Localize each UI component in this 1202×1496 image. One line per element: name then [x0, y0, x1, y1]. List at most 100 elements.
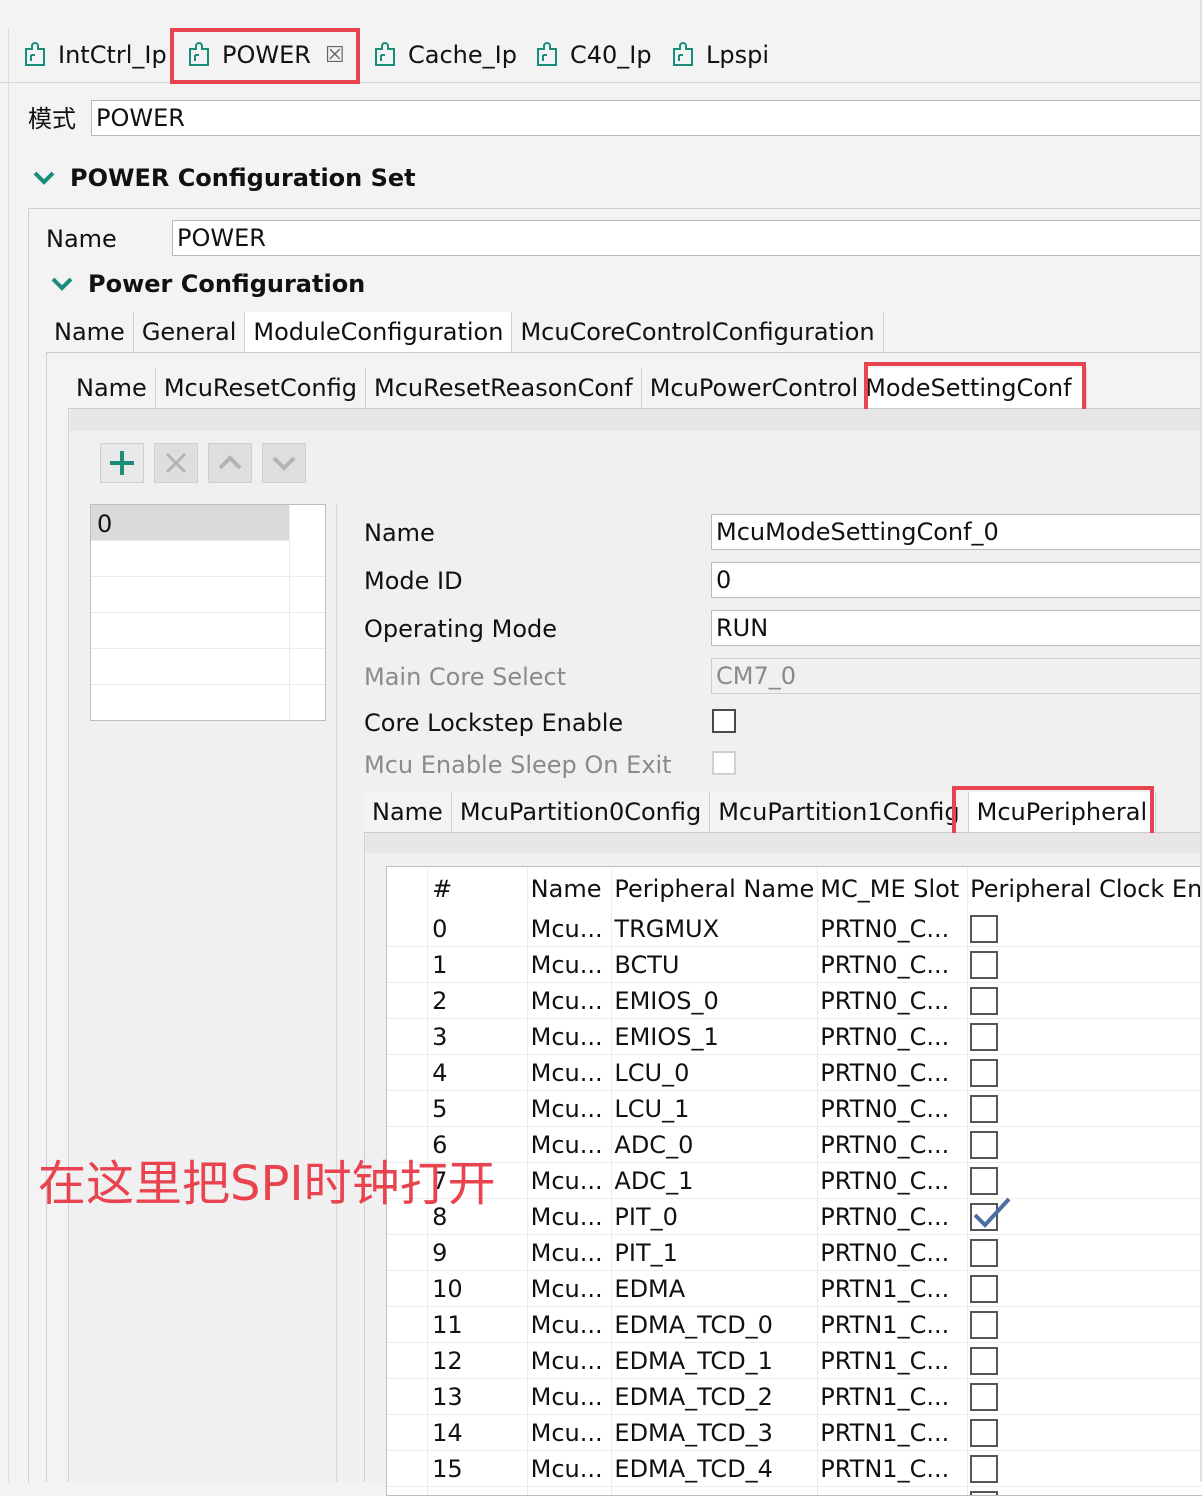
cell-mc-me-slot: PRTN0_C... — [820, 983, 970, 1019]
table-row[interactable]: 10Mcu...EDMAPRTN1_C... — [387, 1271, 1202, 1307]
checkbox[interactable] — [970, 1275, 998, 1303]
table-row[interactable]: 2Mcu...EMIOS_0PRTN0_C... — [387, 983, 1202, 1019]
row-header-cell — [387, 1415, 432, 1451]
table-row[interactable]: 1Mcu...BCTUPRTN0_C... — [387, 947, 1202, 983]
table-row[interactable]: 3Mcu...EMIOS_1PRTN0_C... — [387, 1019, 1202, 1055]
tab-mcu-partition0-config[interactable]: McuPartition0Config — [452, 792, 710, 832]
cell-mc-me-slot: PRTN0_C... — [820, 1127, 970, 1163]
checkbox[interactable] — [970, 951, 998, 979]
move-down-button[interactable] — [262, 443, 306, 483]
tab-general[interactable]: General — [134, 312, 246, 352]
cell-name: Mcu... — [531, 1451, 615, 1487]
checkbox[interactable] — [970, 1023, 998, 1051]
splitter[interactable] — [336, 504, 337, 1482]
row-header-cell — [387, 1019, 432, 1055]
tab-mcu-power-control[interactable]: McuPowerControl — [642, 368, 867, 408]
table-row[interactable]: 13Mcu...EDMA_TCD_2PRTN1_C... — [387, 1379, 1202, 1415]
table-row[interactable]: 6Mcu...ADC_0PRTN0_C... — [387, 1127, 1202, 1163]
cell-peripheral-name: EDMA_TCD_4 — [614, 1451, 820, 1487]
editor-tab-lpspi[interactable]: Lpspi — [670, 28, 769, 82]
cell-name: Mcu... — [531, 1343, 615, 1379]
checkbox[interactable] — [970, 1455, 998, 1483]
cell-mc-me-slot: PRTN0_C... — [820, 1199, 970, 1235]
move-up-button[interactable] — [208, 443, 252, 483]
tab-name[interactable]: Name — [68, 368, 156, 408]
tab-label: McuResetConfig — [164, 376, 357, 400]
sleep-on-exit-label: Mcu Enable Sleep On Exit — [364, 753, 672, 777]
table-row[interactable]: 16Mcu...EDMA_TCD_5PRTN1_C... — [387, 1487, 1202, 1496]
operating-mode-select[interactable]: RUN — [711, 610, 1202, 646]
cell-peripheral-name: EDMA_TCD_1 — [614, 1343, 820, 1379]
detail-name-value: McuModeSettingConf_0 — [716, 520, 999, 544]
mode-id-field[interactable]: 0 — [711, 562, 1202, 598]
table-row[interactable]: 15Mcu...EDMA_TCD_4PRTN1_C... — [387, 1451, 1202, 1487]
cell-mc-me-slot: PRTN1_C... — [820, 1343, 970, 1379]
tab-mcu-reset-reason-conf[interactable]: McuResetReasonConf — [366, 368, 642, 408]
header-peripheral-name[interactable]: Peripheral Name — [614, 867, 820, 911]
tab-name[interactable]: Name — [46, 312, 134, 352]
cell-clock-enable — [970, 1307, 1202, 1343]
tab-mcu-reset-config[interactable]: McuResetConfig — [156, 368, 366, 408]
tab-mcu-core-control-configuration[interactable]: McuCoreControlConfiguration — [512, 312, 883, 352]
cell-peripheral-name: BCTU — [614, 947, 820, 983]
main-core-select-label: Main Core Select — [364, 665, 566, 689]
checkbox[interactable] — [970, 987, 998, 1015]
name-label: Name — [46, 227, 117, 251]
checkbox[interactable] — [970, 915, 998, 943]
editor-tab-label: Lpspi — [706, 43, 769, 67]
cell-peripheral-name: EDMA_TCD_2 — [614, 1379, 820, 1415]
tab-name[interactable]: Name — [364, 792, 452, 832]
table-row[interactable]: 4Mcu...LCU_0PRTN0_C... — [387, 1055, 1202, 1091]
checkbox[interactable] — [970, 1491, 998, 1496]
table-row[interactable]: 9Mcu...PIT_1PRTN0_C... — [387, 1235, 1202, 1271]
table-row[interactable]: 8Mcu...PIT_0PRTN0_C... — [387, 1199, 1202, 1235]
puzzle-icon — [22, 41, 48, 69]
mode-field[interactable]: POWER — [91, 100, 1202, 136]
header-mc-me-slot[interactable]: MC_ME Slot — [820, 867, 970, 911]
core-lockstep-checkbox[interactable] — [712, 709, 736, 733]
chevron-down-icon[interactable] — [32, 170, 56, 186]
tab-mcu-partition1-config[interactable]: McuPartition1Config — [710, 792, 968, 832]
remove-button[interactable] — [154, 443, 198, 483]
checkbox-checked[interactable] — [970, 1203, 998, 1231]
cell-name: Mcu... — [531, 1055, 615, 1091]
table-row[interactable]: 0Mcu...TRGMUXPRTN0_C... — [387, 911, 1202, 947]
checkbox[interactable] — [970, 1383, 998, 1411]
table-row[interactable]: 7Mcu...ADC_1PRTN0_C... — [387, 1163, 1202, 1199]
tab-module-configuration[interactable]: ModuleConfiguration — [245, 312, 512, 352]
cell-mc-me-slot: PRTN1_C... — [820, 1451, 970, 1487]
checkbox[interactable] — [970, 1167, 998, 1195]
table-row[interactable]: 12Mcu...EDMA_TCD_1PRTN1_C... — [387, 1343, 1202, 1379]
cell-name: Mcu... — [531, 1127, 615, 1163]
chevron-down-icon[interactable] — [50, 276, 74, 292]
cell-name: Mcu... — [531, 1091, 615, 1127]
name-field[interactable]: POWER — [172, 220, 1202, 256]
cell-peripheral-name: EDMA_TCD_5 — [614, 1487, 820, 1496]
editor-tab-cache[interactable]: Cache_Ip — [372, 28, 517, 82]
row-header-cell — [387, 1091, 432, 1127]
checkbox[interactable] — [970, 1239, 998, 1267]
detail-name-field[interactable]: McuModeSettingConf_0 — [711, 514, 1202, 550]
editor-tab-intctrl[interactable]: IntCtrl_Ip — [22, 28, 167, 82]
editor-tab-c40[interactable]: C40_Ip — [534, 28, 652, 82]
header-index[interactable]: # — [432, 867, 531, 911]
cell-name: Mcu... — [531, 1415, 615, 1451]
cell-index: 13 — [432, 1379, 531, 1415]
table-row[interactable]: 11Mcu...EDMA_TCD_0PRTN1_C... — [387, 1307, 1202, 1343]
header-name[interactable]: Name — [531, 867, 615, 911]
checkbox[interactable] — [970, 1419, 998, 1447]
header-peripheral-clock-enable[interactable]: Peripheral Clock Ena — [970, 867, 1202, 911]
checkbox[interactable] — [970, 1131, 998, 1159]
table-row[interactable]: 5Mcu...LCU_1PRTN0_C... — [387, 1091, 1202, 1127]
cell-index: 15 — [432, 1451, 531, 1487]
mode-setting-list[interactable]: 0 — [90, 504, 326, 721]
add-button[interactable] — [100, 443, 144, 483]
row-header-cell — [387, 1379, 432, 1415]
checkbox[interactable] — [970, 1095, 998, 1123]
list-item[interactable]: 0 — [91, 505, 289, 541]
cell-clock-enable — [970, 1127, 1202, 1163]
table-row[interactable]: 14Mcu...EDMA_TCD_3PRTN1_C... — [387, 1415, 1202, 1451]
checkbox[interactable] — [970, 1059, 998, 1087]
checkbox[interactable] — [970, 1311, 998, 1339]
checkbox[interactable] — [970, 1347, 998, 1375]
